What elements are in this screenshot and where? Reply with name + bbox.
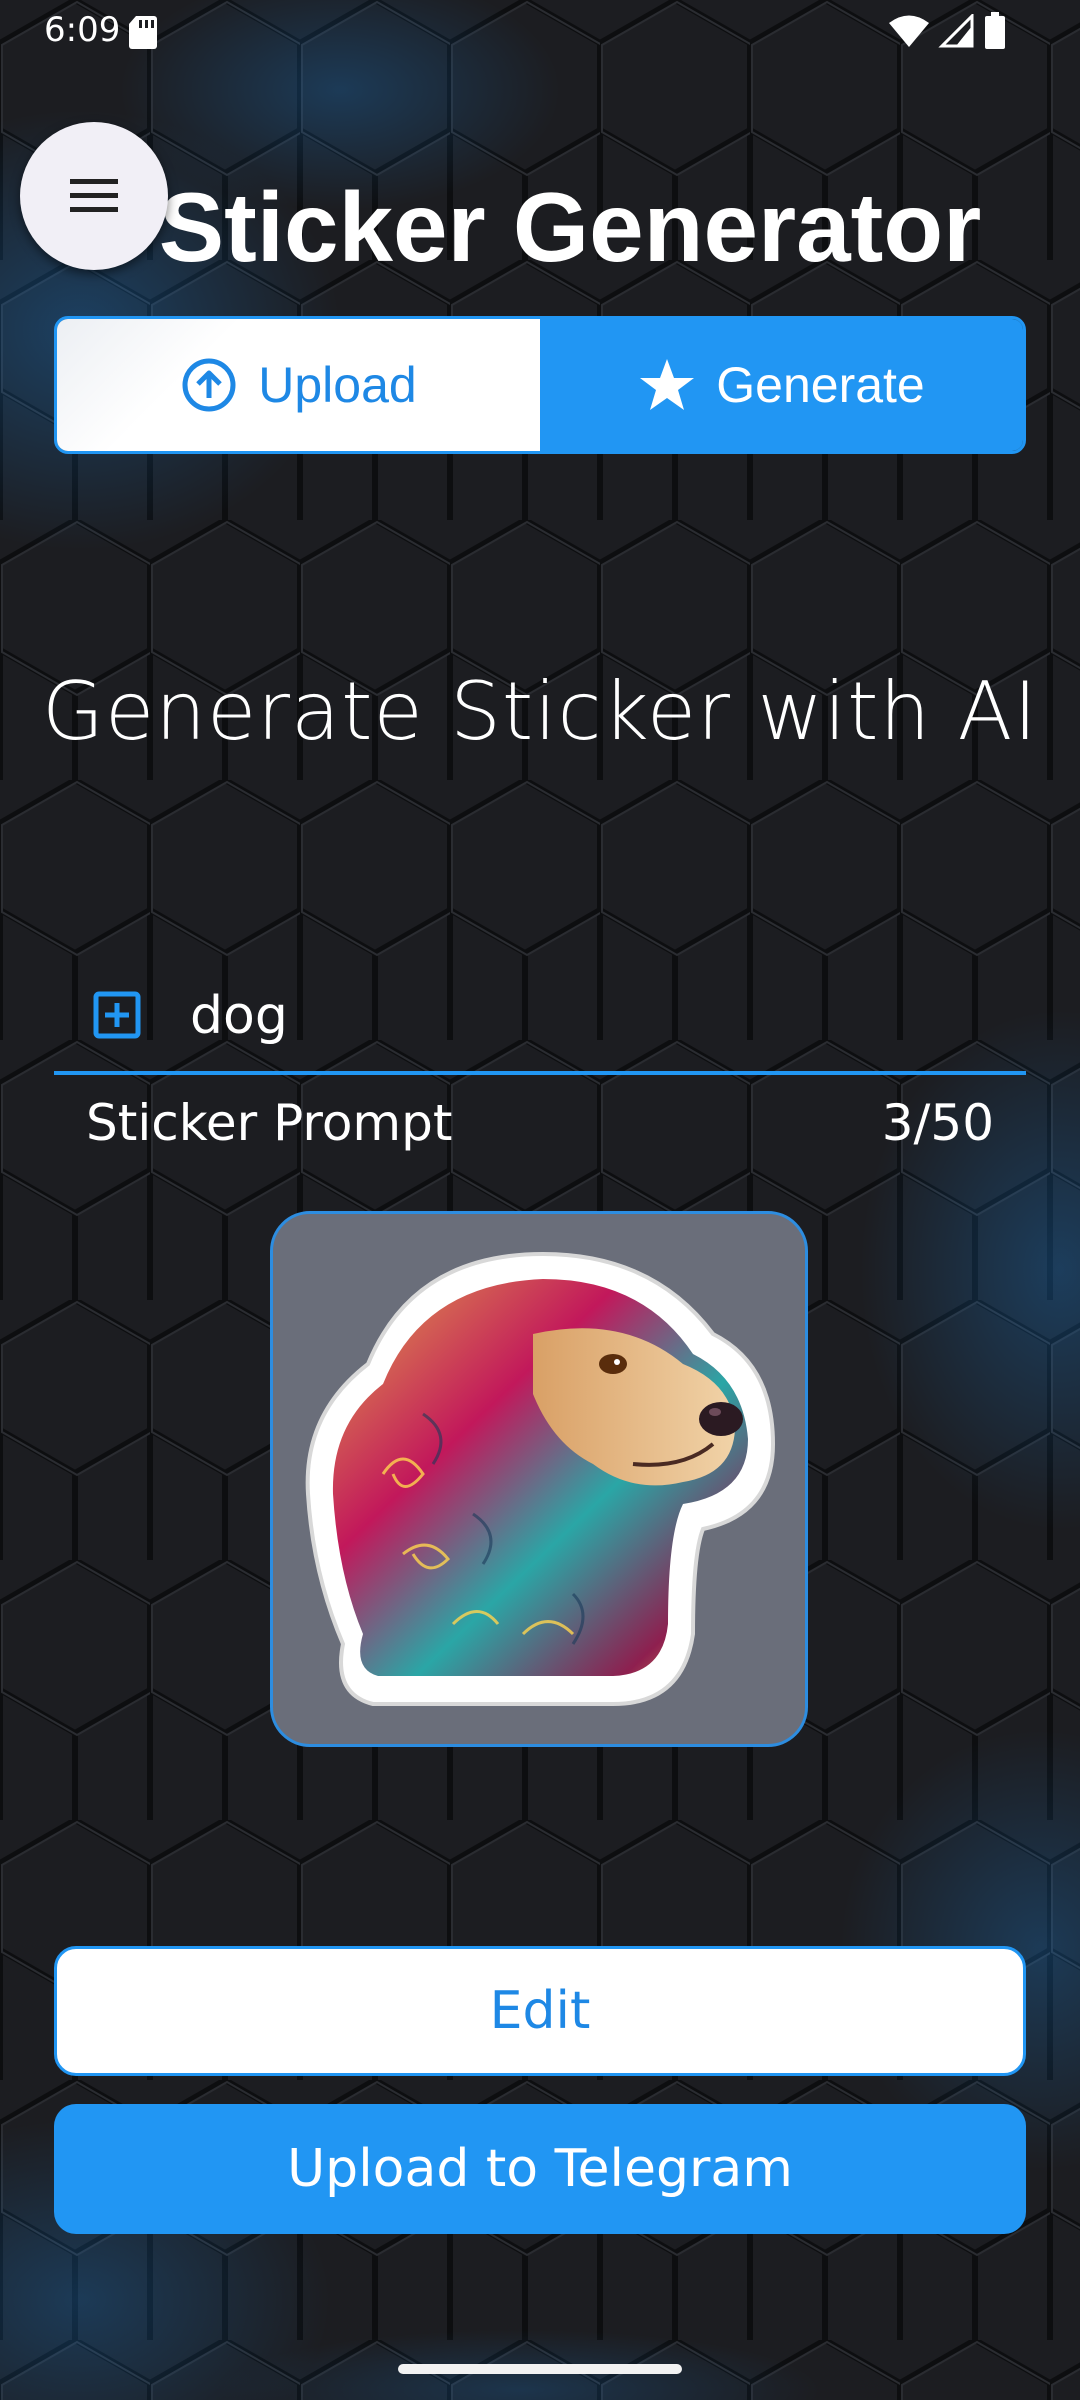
hamburger-menu-icon [70,179,118,212]
sd-card-icon [129,16,157,49]
app-title: Sticker Generator [158,172,982,282]
tab-upload-label: Upload [258,357,417,413]
mode-tabs: Upload Generate [54,316,1026,454]
wifi-icon [889,15,929,47]
home-indicator[interactable] [398,2364,682,2374]
star-icon [640,359,695,410]
upload-circle-icon [182,358,236,412]
tab-upload[interactable]: Upload [57,319,540,451]
tab-generate[interactable]: Generate [540,319,1023,451]
dog-sticker-image [305,1251,776,1706]
upload-to-telegram-label: Upload to Telegram [287,2139,793,2199]
upload-to-telegram-button[interactable]: Upload to Telegram [54,2104,1026,2234]
edit-button-label: Edit [489,1981,591,2041]
edit-button[interactable]: Edit [54,1946,1026,2076]
signal-icon [938,14,974,48]
battery-icon [985,12,1005,49]
sticker-prompt-input[interactable] [190,976,990,1056]
add-box-icon[interactable] [92,990,142,1040]
menu-button[interactable] [20,122,168,270]
character-counter: 3/50 [881,1094,994,1152]
sticker-preview[interactable] [270,1211,808,1747]
section-heading: Generate Sticker with AI [42,665,1038,758]
tab-generate-label: Generate [716,357,925,413]
prompt-label: Sticker Prompt [86,1094,453,1152]
status-time: 6:09 [44,10,121,50]
prompt-underline [54,1071,1026,1075]
